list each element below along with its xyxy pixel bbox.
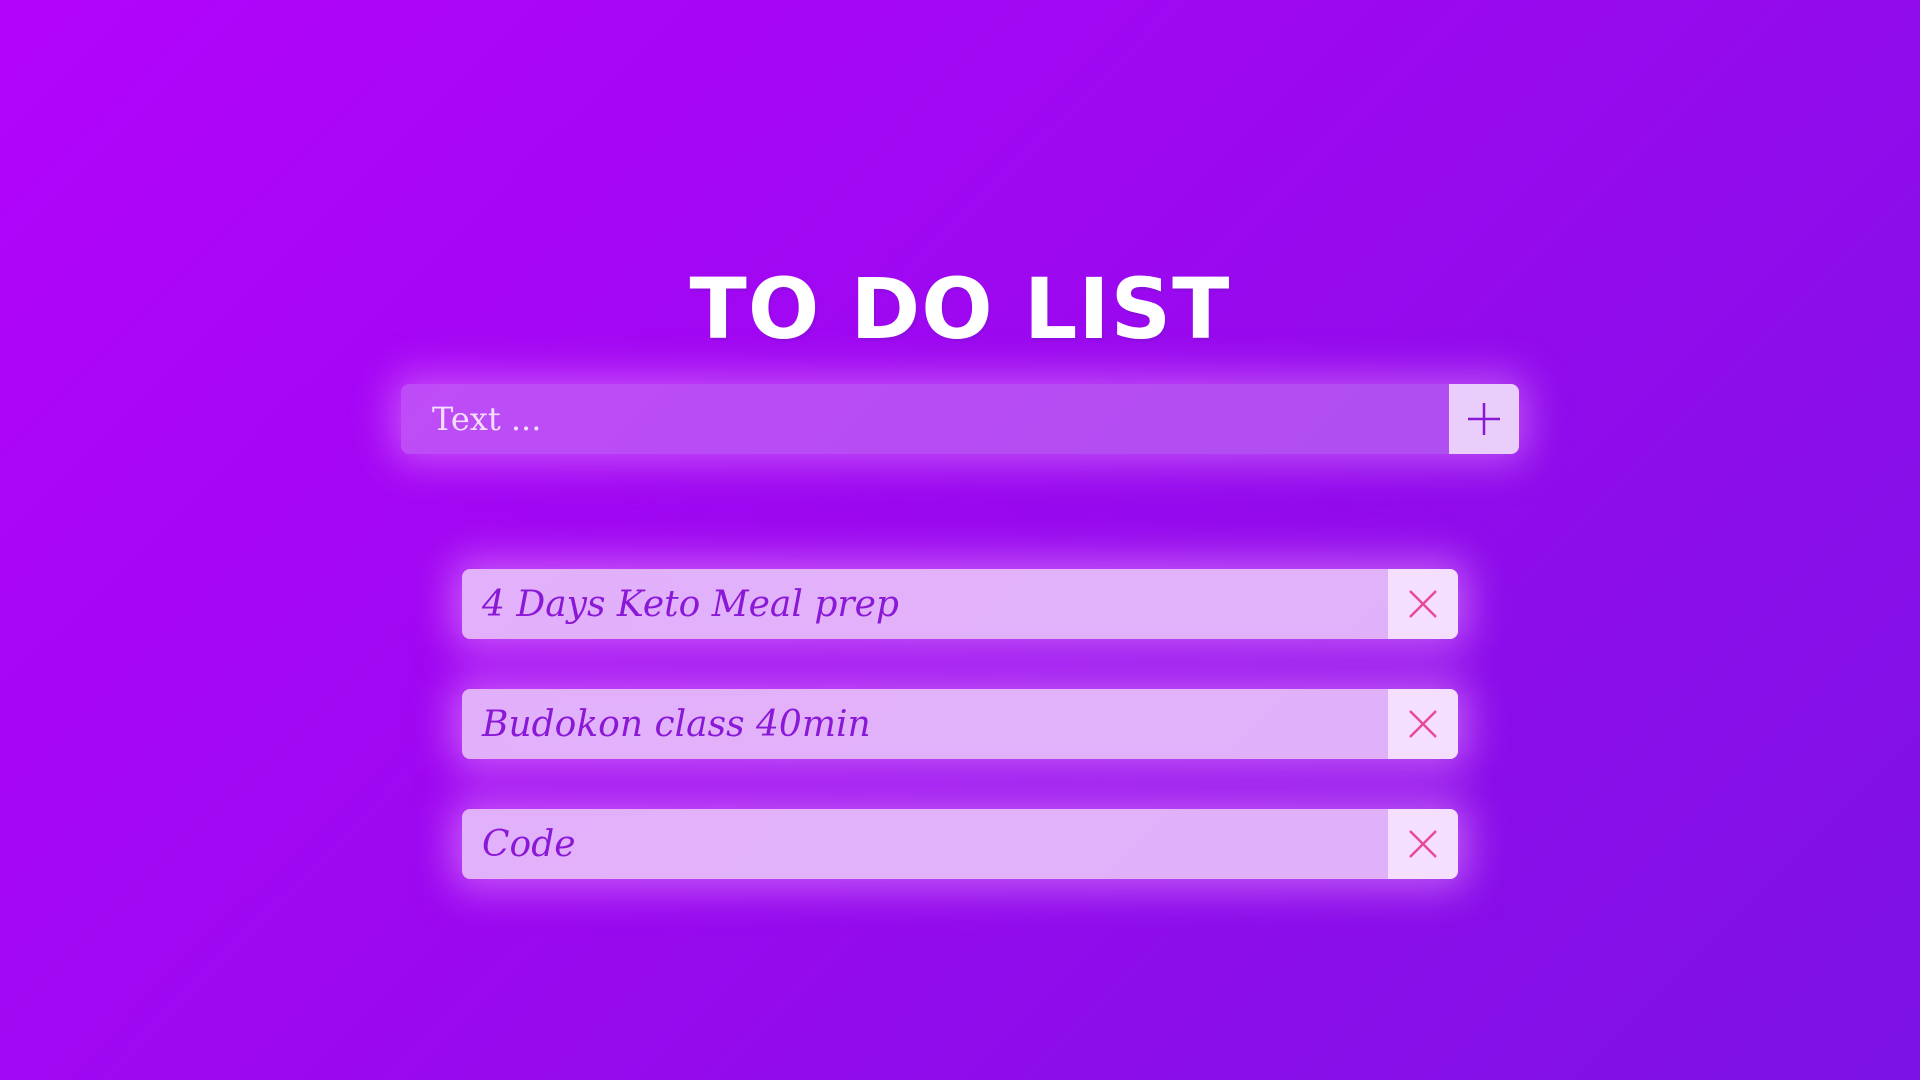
task-item: Budokon class 40min (462, 689, 1458, 759)
task-list: 4 Days Keto Meal prep Budokon class 40mi… (462, 569, 1458, 929)
delete-task-button[interactable] (1388, 689, 1458, 759)
close-icon (1409, 710, 1437, 738)
new-task-bar (401, 384, 1519, 454)
add-task-button[interactable] (1449, 384, 1519, 454)
task-text: Code (482, 823, 576, 865)
task-item: 4 Days Keto Meal prep (462, 569, 1458, 639)
page-title: TO DO LIST (689, 260, 1231, 359)
close-icon (1409, 830, 1437, 858)
delete-task-button[interactable] (1388, 569, 1458, 639)
task-item: Code (462, 809, 1458, 879)
new-task-input[interactable] (401, 384, 1449, 454)
task-text: 4 Days Keto Meal prep (482, 583, 899, 625)
close-icon (1409, 590, 1437, 618)
task-text: Budokon class 40min (482, 703, 871, 745)
plus-icon (1468, 403, 1500, 435)
delete-task-button[interactable] (1388, 809, 1458, 879)
